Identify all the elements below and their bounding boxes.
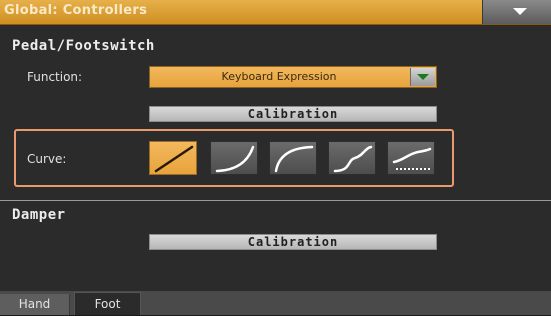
curve-button-logarithmic[interactable] — [269, 141, 317, 175]
pedal-section-title: Pedal/Footswitch — [12, 38, 155, 54]
damper-section-title: Damper — [12, 207, 66, 223]
curve-button-linear[interactable] — [149, 141, 197, 175]
dotted-curve-icon — [392, 147, 432, 170]
window-title: Global: Controllers — [4, 3, 148, 18]
curve-button-exponential[interactable] — [210, 141, 258, 175]
damper-calibration-button[interactable]: Calibration — [149, 234, 437, 250]
linear-curve-icon — [154, 145, 194, 173]
title-bar: Global: Controllers — [0, 0, 551, 25]
function-dropdown-button[interactable] — [410, 68, 435, 86]
s-curve-icon — [333, 145, 373, 173]
pedal-calibration-button[interactable]: Calibration — [149, 106, 437, 122]
curve-label: Curve: — [27, 152, 67, 166]
tab-hand[interactable]: Hand — [0, 294, 70, 315]
function-select[interactable]: Keyboard Expression — [149, 66, 437, 88]
chevron-down-icon — [513, 8, 527, 15]
function-label: Function: — [27, 70, 83, 84]
exponential-curve-icon — [215, 145, 255, 173]
logarithmic-curve-icon — [274, 145, 314, 173]
page-menu-button[interactable] — [482, 0, 551, 24]
tab-foot[interactable]: Foot — [74, 292, 141, 315]
function-select-value: Keyboard Expression — [221, 70, 337, 83]
section-divider — [0, 200, 551, 201]
curve-button-s-curve[interactable] — [328, 141, 376, 175]
dropdown-arrow-icon — [417, 74, 429, 80]
curve-button-dotted[interactable] — [387, 141, 435, 175]
